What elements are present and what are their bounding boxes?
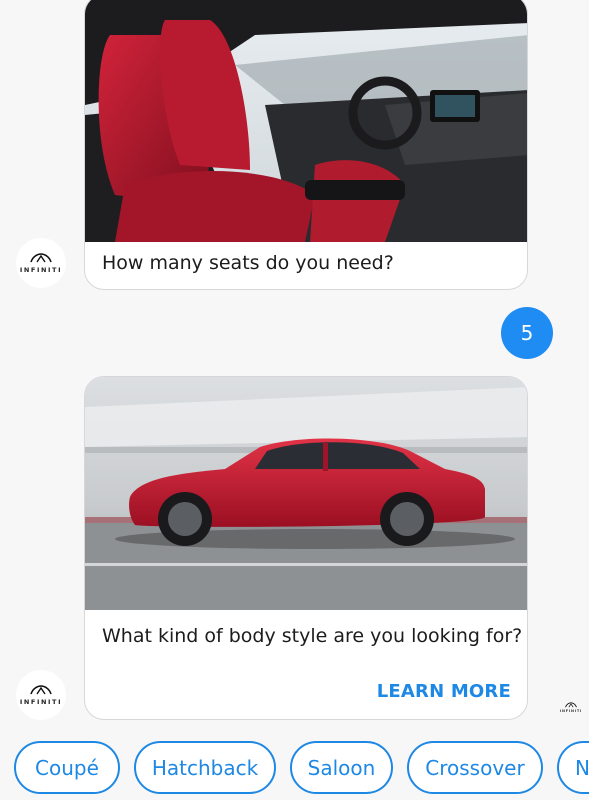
bot-card-seats: How many seats do you need? xyxy=(84,0,528,290)
infiniti-logo-icon xyxy=(565,701,577,707)
quick-reply-next[interactable]: N xyxy=(557,741,589,794)
learn-more-button[interactable]: LEARN MORE xyxy=(377,681,511,702)
quick-reply-saloon[interactable]: Saloon xyxy=(290,741,393,794)
quick-reply-hatchback[interactable]: Hatchback xyxy=(134,741,276,794)
infiniti-logo-icon xyxy=(30,252,52,262)
infiniti-avatar: INFINITI xyxy=(16,238,66,288)
question-text: What kind of body style are you looking … xyxy=(102,625,523,647)
quick-replies: Coupé Hatchback Saloon Crossover N xyxy=(14,741,589,794)
quick-reply-coupe[interactable]: Coupé xyxy=(14,741,120,794)
brand-name: INFINITI xyxy=(559,708,583,713)
chat-thread: How many seats do you need? INFINITI 5 W… xyxy=(0,0,589,800)
infiniti-avatar: INFINITI xyxy=(16,670,66,720)
brand-name: INFINITI xyxy=(19,697,63,706)
read-receipt-avatar: INFINITI xyxy=(556,692,586,722)
quick-reply-crossover[interactable]: Crossover xyxy=(407,741,543,794)
bot-card-body-style: What kind of body style are you looking … xyxy=(84,376,528,720)
infiniti-logo-icon xyxy=(30,684,52,694)
question-text: How many seats do you need? xyxy=(102,252,394,274)
car-interior-image xyxy=(85,0,527,242)
red-sedan-image xyxy=(85,377,527,610)
brand-name: INFINITI xyxy=(19,265,63,274)
user-reply-bubble: 5 xyxy=(501,307,553,359)
